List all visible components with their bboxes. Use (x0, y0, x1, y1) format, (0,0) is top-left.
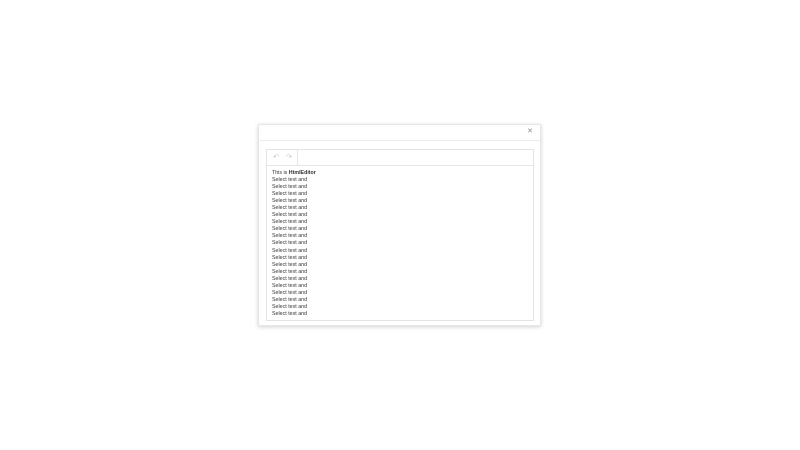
html-editor: ↶ ↷ This is HtmlEditor Select text and Se… (266, 149, 534, 321)
content-line: Select text and (272, 212, 308, 219)
content-lines: Select text and Select text and Select tex… (272, 177, 527, 318)
content-line: Select text and (272, 254, 308, 261)
content-line: Select text and (272, 289, 308, 296)
content-line: Select text and (272, 240, 308, 247)
content-line: Select text and (272, 310, 308, 317)
editor-content-area[interactable]: This is HtmlEditor Select text and Select… (272, 170, 527, 320)
dialog-header: ✕ (259, 125, 540, 141)
content-line: Select text and (272, 184, 308, 191)
redo-icon[interactable]: ↷ (285, 153, 293, 162)
content-line: Select text and (272, 219, 308, 226)
content-line: Select text and (272, 275, 308, 282)
editor-name: HtmlEditor (288, 170, 316, 176)
content-line: Select text and (272, 191, 308, 198)
intro-line: This is HtmlEditor (272, 170, 527, 177)
content-line: Select text and (272, 177, 308, 184)
content-line: Select text and (272, 303, 308, 310)
content-line: Select text and (272, 282, 308, 289)
content-line: Select text and (272, 205, 308, 212)
content-line: Select text and (272, 268, 308, 275)
undo-icon[interactable]: ↶ (272, 153, 280, 162)
content-line: Select text and (272, 226, 308, 233)
content-line: Select text and (272, 233, 308, 240)
close-icon[interactable]: ✕ (527, 128, 533, 136)
intro-prefix: This is (272, 170, 289, 176)
editor-dialog: ✕ ↶ ↷ This is HtmlEditor Select text and… (258, 124, 541, 326)
content-line: Select text and (272, 247, 308, 254)
history-toolbar-group: ↶ ↷ (267, 150, 298, 165)
editor-toolbar: ↶ ↷ (267, 150, 533, 166)
content-line: Select text and (272, 261, 308, 268)
content-line: Select text and (272, 198, 308, 205)
content-line: Select text and (272, 296, 308, 303)
